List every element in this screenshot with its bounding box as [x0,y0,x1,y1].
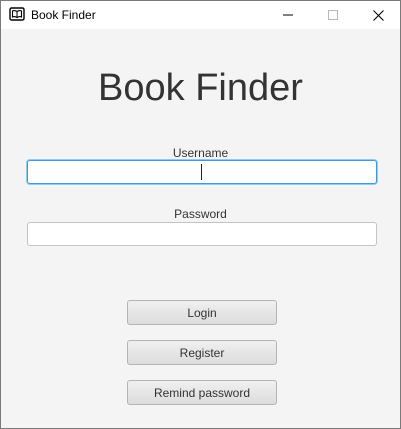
username-label: Username [172,146,229,160]
login-button[interactable]: Login [127,300,277,325]
page-title: Book Finder [98,67,303,109]
window-title: Book Finder [31,8,96,22]
book-icon [9,7,25,21]
close-icon [372,9,384,21]
app-window: Book Finder Book Finder Username Passwor… [0,0,401,429]
text-caret [201,164,202,180]
maximize-icon [328,10,338,20]
password-field[interactable] [27,222,377,246]
register-button[interactable]: Register [127,340,277,365]
username-field[interactable] [27,160,377,184]
password-label: Password [174,207,227,221]
title-bar[interactable]: Book Finder [1,1,400,29]
remind-password-button[interactable]: Remind password [127,380,277,405]
minimize-icon [283,14,293,16]
minimize-button[interactable] [265,1,311,29]
maximize-button[interactable] [310,1,356,29]
close-button[interactable] [355,1,401,29]
